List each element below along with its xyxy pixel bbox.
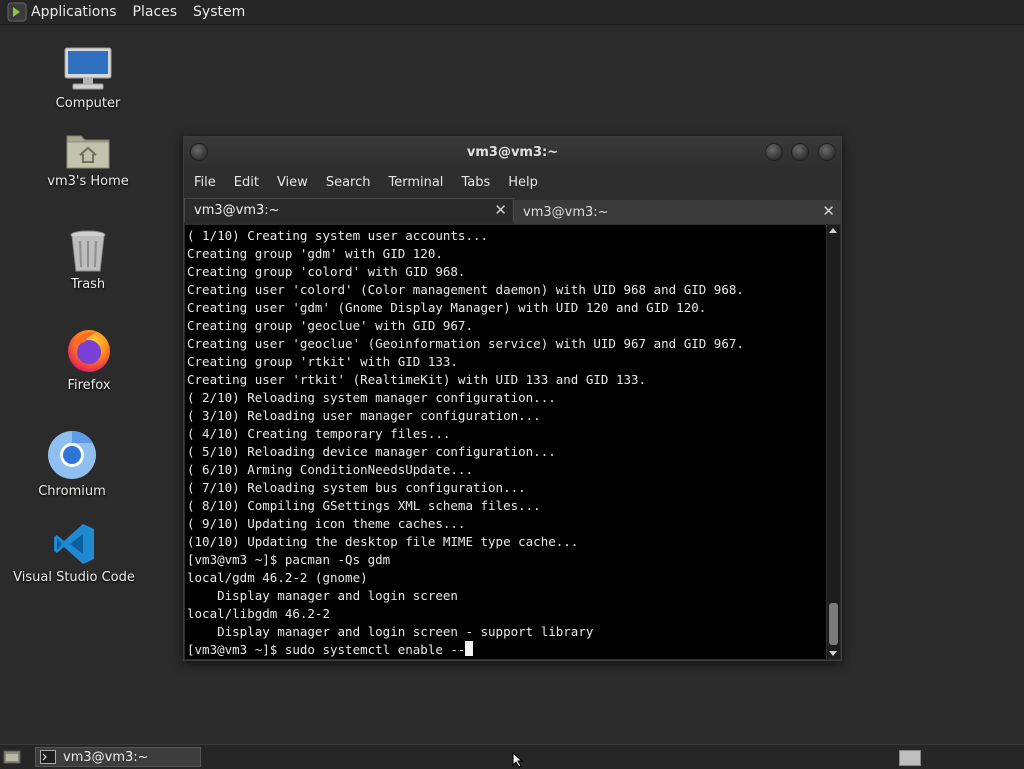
terminal-line: local/gdm 46.2-2 (gnome)	[187, 570, 368, 585]
places-menu[interactable]: Places	[125, 4, 186, 20]
tab-2[interactable]: vm3@vm3:~ ✕	[514, 200, 841, 224]
terminal-line: local/libgdm 46.2-2	[187, 606, 330, 621]
terminal-scrollbar[interactable]	[827, 225, 840, 659]
desktop-icon-home[interactable]: vm3's Home	[28, 130, 148, 189]
terminal-line: Creating group 'geoclue' with GID 967.	[187, 318, 473, 333]
terminal-line: ( 8/10) Compiling GSettings XML schema f…	[187, 498, 541, 513]
terminal-prompt-line: [vm3@vm3 ~]$ sudo systemctl enable --	[187, 642, 466, 657]
terminal-cursor	[465, 641, 474, 656]
desktop-icon-computer[interactable]: Computer	[28, 46, 148, 111]
terminal-line: ( 6/10) Arming ConditionNeedsUpdate...	[187, 462, 473, 477]
desktop-icon-vscode[interactable]: Visual Studio Code	[13, 522, 135, 585]
scroll-up-icon[interactable]	[829, 228, 837, 233]
vscode-icon	[54, 524, 94, 564]
terminal-line: Creating user 'rtkit' (RealtimeKit) with…	[187, 372, 647, 387]
taskbar-window-label: vm3@vm3:~	[63, 749, 149, 765]
scrollbar-thumb[interactable]	[829, 603, 838, 645]
window-menu-button[interactable]	[190, 143, 208, 161]
terminal-line: ( 1/10) Creating system user accounts...	[187, 228, 489, 243]
terminal-line: ( 9/10) Updating icon theme caches...	[187, 516, 466, 531]
scroll-down-icon[interactable]	[829, 651, 837, 656]
terminal-line: ( 7/10) Reloading system bus configurati…	[187, 480, 526, 495]
trash-icon	[70, 230, 106, 272]
system-menu[interactable]: System	[185, 4, 253, 20]
menu-edit[interactable]: Edit	[224, 175, 267, 190]
terminal-window: vm3@vm3:~ File Edit View Search Terminal…	[183, 136, 842, 661]
menu-terminal[interactable]: Terminal	[378, 175, 451, 190]
terminal-line: ( 5/10) Reloading device manager configu…	[187, 444, 556, 459]
terminal-icon	[40, 750, 56, 764]
taskbar-window-button[interactable]: vm3@vm3:~	[35, 747, 201, 767]
terminal-line: Creating group 'colord' with GID 968.	[187, 264, 466, 279]
desktop-icon-trash[interactable]: Trash	[28, 229, 148, 292]
desktop-icon-label: Visual Studio Code	[13, 570, 135, 585]
window-title: vm3@vm3:~	[466, 144, 559, 160]
terminal-line: ( 3/10) Reloading user manager configura…	[187, 408, 541, 423]
tab-label: vm3@vm3:~	[523, 204, 609, 220]
show-desktop-icon[interactable]	[3, 749, 21, 765]
minimize-button[interactable]	[765, 143, 783, 161]
tab-bar: vm3@vm3:~ ✕ vm3@vm3:~ ✕	[184, 198, 841, 224]
terminal-line: (10/10) Updating the desktop file MIME t…	[187, 534, 579, 549]
applications-menu[interactable]: Applications	[27, 4, 125, 20]
mouse-pointer-icon	[512, 752, 524, 768]
desktop-icon-label: Trash	[70, 277, 106, 292]
menu-tabs[interactable]: Tabs	[451, 175, 498, 190]
window-titlebar[interactable]: vm3@vm3:~	[184, 137, 841, 167]
tab-close-icon[interactable]: ✕	[494, 201, 507, 219]
terminal-line: Display manager and login screen - suppo…	[187, 624, 594, 639]
desktop-icon-label: Chromium	[38, 484, 106, 499]
desktop-icon-label: vm3's Home	[47, 174, 129, 189]
terminal-output[interactable]: ( 1/10) Creating system user accounts...…	[185, 225, 826, 659]
workspace-switcher[interactable]	[899, 750, 921, 766]
terminal-line: Creating group 'gdm' with GID 120.	[187, 246, 443, 261]
desktop-icon-chromium[interactable]: Chromium	[12, 430, 132, 499]
applications-logo-icon[interactable]	[7, 2, 27, 22]
menu-view[interactable]: View	[267, 175, 316, 190]
tab-close-icon[interactable]: ✕	[822, 202, 835, 220]
close-button[interactable]	[818, 143, 836, 161]
top-panel: Applications Places System	[0, 0, 1024, 25]
desktop-icon-label: Computer	[55, 96, 121, 111]
firefox-icon	[68, 330, 110, 372]
terminal-menubar: File Edit View Search Terminal Tabs Help	[184, 169, 841, 195]
terminal-line: ( 2/10) Reloading system manager configu…	[187, 390, 556, 405]
terminal-text: ( 1/10) Creating system user accounts...…	[185, 225, 826, 659]
tab-1[interactable]: vm3@vm3:~ ✕	[184, 198, 514, 222]
maximize-button[interactable]	[791, 143, 809, 161]
terminal-line: Creating group 'rtkit' with GID 133.	[187, 354, 458, 369]
desktop-icon-firefox[interactable]: Firefox	[29, 326, 149, 393]
menu-help[interactable]: Help	[498, 175, 546, 190]
home-folder-icon	[66, 135, 110, 169]
terminal-line: Creating user 'colord' (Color management…	[187, 282, 744, 297]
chromium-icon	[48, 430, 96, 479]
terminal-line: Display manager and login screen	[187, 588, 458, 603]
desktop-icon-label: Firefox	[67, 378, 111, 393]
menu-file[interactable]: File	[184, 175, 224, 190]
terminal-line: Creating user 'gdm' (Gnome Display Manag…	[187, 300, 707, 315]
tab-label: vm3@vm3:~	[194, 203, 280, 218]
terminal-line: [vm3@vm3 ~]$ pacman -Qs gdm	[187, 552, 391, 567]
computer-icon	[64, 47, 112, 90]
menu-search[interactable]: Search	[316, 175, 379, 190]
terminal-line: Creating user 'geoclue' (Geoinformation …	[187, 336, 744, 351]
terminal-line: ( 4/10) Creating temporary files...	[187, 426, 451, 441]
